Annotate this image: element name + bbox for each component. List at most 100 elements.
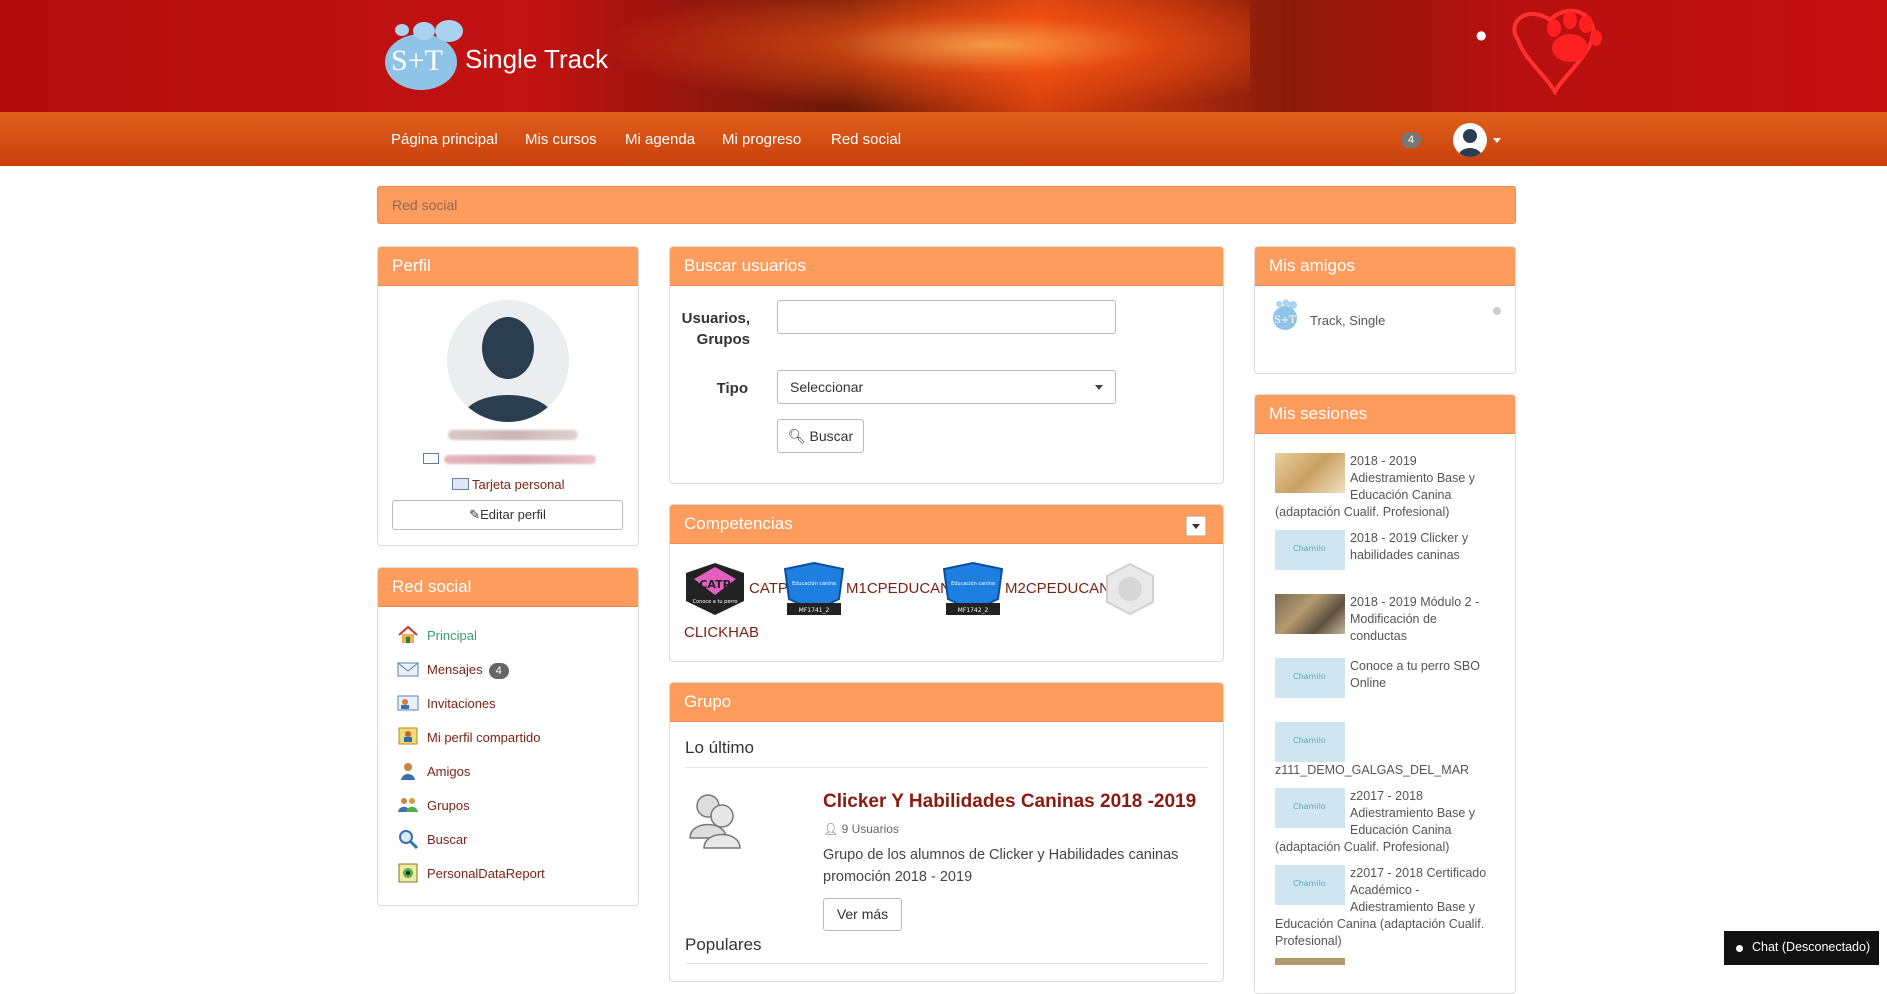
email-icon — [423, 453, 439, 464]
profile-panel-title: Perfil — [392, 256, 431, 275]
group-avatar-icon — [689, 794, 741, 849]
session-item-7-line-2[interactable]: Académico - — [1350, 882, 1419, 899]
svg-text:Educación canina: Educación canina — [951, 580, 995, 587]
session-item-4-line-2[interactable]: Online — [1350, 675, 1386, 692]
user-menu-caret-icon[interactable] — [1493, 138, 1501, 143]
user-icon: ● — [1476, 28, 1487, 42]
group-name-link[interactable]: Clicker Y Habilidades Caninas 2018 -2019 — [823, 791, 1196, 813]
social-item-messages-label: Mensajes — [427, 662, 483, 677]
nav-my-courses[interactable]: Mis cursos — [525, 131, 597, 148]
session-item-6-line-3[interactable]: Educación Canina — [1350, 822, 1451, 839]
session-item-2-line-2[interactable]: habilidades caninas — [1350, 547, 1460, 564]
session-item-7-line-3[interactable]: Adiestramiento Base y — [1350, 899, 1475, 916]
session-item-2-line-1[interactable]: 2018 - 2019 Clicker y — [1350, 530, 1468, 547]
nav-my-progress[interactable]: Mi progreso — [722, 131, 801, 148]
friend-name-link[interactable]: Track, Single — [1310, 313, 1385, 328]
competency-m1cpeducan[interactable]: M1CPEDUCAN — [846, 580, 951, 597]
group-description: Grupo de los alumnos de Clicker y Habili… — [823, 847, 1179, 885]
search-input[interactable] — [777, 300, 1116, 334]
chat-label: Chat (Desconectado) — [1752, 940, 1871, 954]
session-item-6-line-1[interactable]: z2017 - 2018 — [1350, 788, 1423, 805]
session-item-1-line-1[interactable]: 2018 - 2019 — [1350, 453, 1417, 470]
svg-text:CATP: CATP — [699, 578, 730, 591]
vcard-icon — [452, 478, 469, 490]
view-more-button[interactable]: Ver más — [823, 898, 902, 931]
session-thumbnail-chamilo[interactable]: Chamilo — [1275, 658, 1345, 698]
competency-clickhab[interactable]: CLICKHAB — [684, 624, 759, 641]
session-item-6-line-4[interactable]: (adaptación Cualif. Profesional) — [1275, 839, 1449, 856]
m2cpeducan-badge[interactable]: Educación canina MF1742_2 — [942, 561, 1004, 617]
profile-avatar — [447, 300, 569, 422]
session-item-3-line-1[interactable]: 2018 - 2019 Módulo 2 - — [1350, 594, 1479, 611]
session-item-6-line-2[interactable]: Adiestramiento Base y — [1350, 805, 1475, 822]
session-item-1-line-4[interactable]: (adaptación Cualif. Profesional) — [1275, 504, 1449, 521]
session-item-7-line-5[interactable]: Profesional) — [1275, 933, 1342, 950]
social-item-personal-data-report-label: PersonalDataReport — [427, 866, 545, 881]
divider — [685, 767, 1208, 768]
social-item-search-label: Buscar — [427, 832, 468, 847]
chat-widget[interactable]: Chat (Desconectado) — [1724, 931, 1879, 965]
nav-my-agenda[interactable]: Mi agenda — [625, 131, 695, 148]
clickhab-badge[interactable] — [1102, 561, 1158, 617]
redacted-username — [448, 430, 578, 440]
logo-mark: S+T — [391, 44, 443, 77]
redacted-email — [444, 455, 596, 464]
session-thumbnail-dog[interactable] — [1275, 453, 1345, 493]
session-thumbnail-chamilo[interactable]: Chamilo — [1275, 722, 1345, 762]
type-select[interactable]: Seleccionar — [777, 370, 1116, 404]
session-thumbnail-chamilo[interactable]: Chamilo — [1275, 865, 1345, 905]
header-banner: S+T Single Track ● — [0, 0, 1887, 112]
session-item-7-line-1[interactable]: z2017 - 2018 Certificado — [1350, 865, 1486, 882]
session-thumbnail-partial[interactable] — [1275, 958, 1345, 965]
group-panel-title: Grupo — [684, 692, 732, 711]
divider — [685, 963, 1208, 964]
friends-icon — [401, 763, 415, 780]
session-item-3-line-3[interactable]: conductas — [1350, 628, 1407, 645]
m1cpeducan-badge[interactable]: Educación canina MF1741_2 — [783, 561, 845, 617]
nav-home[interactable]: Página principal — [391, 131, 498, 148]
personal-card-link[interactable]: Tarjeta personal — [452, 477, 565, 492]
social-item-groups-label: Grupos — [427, 798, 470, 813]
invitation-icon — [397, 695, 419, 711]
svg-text:Educación canina: Educación canina — [792, 580, 836, 587]
social-item-friends-label: Amigos — [427, 764, 471, 779]
type-label: Tipo — [716, 380, 748, 397]
session-thumbnail-dogs[interactable] — [1275, 594, 1345, 634]
session-thumbnail-chamilo[interactable]: Chamilo — [1275, 530, 1345, 570]
search-button[interactable]: 🔍︎ Buscar — [777, 419, 864, 453]
session-item-3-line-2[interactable]: Modificación de — [1350, 611, 1437, 628]
session-item-4-line-1[interactable]: Conoce a tu perro SBO — [1350, 658, 1480, 675]
site-logo[interactable]: S+T Single Track — [383, 20, 643, 92]
collapse-competencies-button[interactable] — [1186, 516, 1206, 536]
svg-text:MF1741_2: MF1741_2 — [799, 607, 830, 614]
session-item-1-line-2[interactable]: Adiestramiento Base y — [1350, 470, 1475, 487]
chat-status-icon — [1736, 945, 1743, 952]
user-menu-avatar[interactable] — [1453, 123, 1487, 157]
envelope-icon — [397, 662, 419, 677]
competency-m2cpeducan[interactable]: M2CPEDUCAN — [1005, 580, 1110, 597]
friend-avatar[interactable]: S+T — [1271, 299, 1299, 331]
logo-text: Single Track — [465, 44, 609, 74]
session-item-5-line-1[interactable]: z111_DEMO_GALGAS_DEL_MAR — [1275, 762, 1469, 779]
svg-text:Conoce a tu perro: Conoce a tu perro — [693, 599, 738, 605]
session-thumbnail-chamilo[interactable]: Chamilo — [1275, 788, 1345, 828]
session-item-1-line-3[interactable]: Educación Canina — [1350, 487, 1451, 504]
main-navbar: Página principal Mis cursos Mi agenda Mi… — [0, 112, 1887, 166]
type-select-value: Seleccionar — [790, 379, 864, 395]
messages-badge: 4 — [488, 663, 509, 679]
notifications-badge[interactable]: 4 — [1401, 132, 1421, 148]
nav-social[interactable]: Red social — [831, 131, 901, 148]
social-panel-title: Red social — [392, 577, 472, 596]
search-users-panel: Buscar usuarios — [669, 246, 1224, 484]
breadcrumb-current: Red social — [392, 197, 458, 213]
competencies-panel-title: Competencias — [684, 514, 793, 533]
edit-profile-button[interactable]: ✎Editar perfil — [392, 500, 623, 530]
report-icon — [398, 863, 418, 883]
session-item-7-line-4[interactable]: Educación Canina (adaptación Cualif. — [1275, 916, 1484, 933]
catp-badge[interactable]: CATP Conoce a tu perro — [684, 561, 746, 617]
social-item-home-label: Principal — [427, 628, 477, 643]
groups-icon — [398, 798, 418, 812]
sessions-panel-title: Mis sesiones — [1269, 404, 1368, 423]
magnifier-icon — [399, 830, 419, 850]
svg-text:S+T: S+T — [1274, 315, 1296, 326]
